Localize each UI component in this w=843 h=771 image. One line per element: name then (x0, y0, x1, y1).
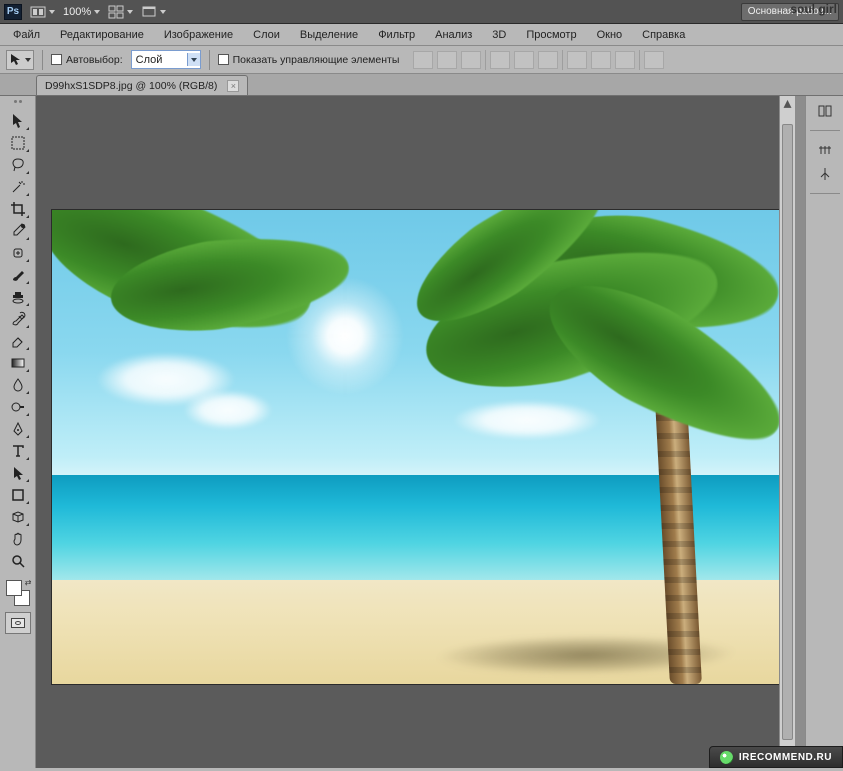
menu-filter[interactable]: Фильтр (369, 26, 424, 44)
document-tab-label: D99hxS1SDP8.jpg @ 100% (RGB/8) (45, 80, 217, 92)
menu-layer[interactable]: Слои (244, 26, 289, 44)
auto-select-option[interactable]: Автовыбор: (51, 54, 123, 66)
dodge-tool[interactable] (5, 396, 31, 418)
auto-select-checkbox[interactable] (51, 54, 62, 65)
auto-select-value: Слой (136, 54, 163, 66)
document-tab[interactable]: D99hxS1SDP8.jpg @ 100% (RGB/8) × (36, 75, 248, 95)
screen-mode-button[interactable] (141, 5, 166, 19)
zoom-tool[interactable] (5, 550, 31, 572)
history-brush-tool[interactable] (5, 308, 31, 330)
separator (42, 50, 43, 70)
document-tab-bar: D99hxS1SDP8.jpg @ 100% (RGB/8) × (0, 74, 843, 96)
arrange-documents-button[interactable] (108, 5, 133, 19)
separator (209, 50, 210, 70)
foreground-color-swatch[interactable] (6, 580, 22, 596)
tools-panel: ⇄ (0, 96, 36, 768)
healing-brush-tool[interactable] (5, 242, 31, 264)
align-bottom-button[interactable] (461, 51, 481, 69)
distribute-bottom-button[interactable] (615, 51, 635, 69)
align-buttons-group (413, 50, 664, 70)
blur-tool[interactable] (5, 374, 31, 396)
menu-analysis[interactable]: Анализ (426, 26, 481, 44)
shape-tool[interactable] (5, 484, 31, 506)
move-tool[interactable] (5, 110, 31, 132)
image-content (52, 210, 779, 684)
menu-window[interactable]: Окно (588, 26, 632, 44)
align-vcenter-button[interactable] (437, 51, 457, 69)
workspace: ⇄ ▴ (0, 96, 843, 768)
crop-tool[interactable] (5, 198, 31, 220)
auto-align-button[interactable] (644, 51, 664, 69)
clone-stamp-tool[interactable] (5, 286, 31, 308)
menu-view[interactable]: Просмотр (517, 26, 585, 44)
scroll-up-arrow[interactable]: ▴ (780, 96, 795, 110)
chevron-down-icon (94, 10, 100, 14)
separator (639, 50, 640, 70)
current-tool-preset[interactable] (6, 50, 34, 70)
document-canvas[interactable] (52, 210, 779, 684)
menu-file[interactable]: Файл (4, 26, 49, 44)
quick-mask-button[interactable] (5, 612, 31, 634)
color-swatches[interactable]: ⇄ (4, 578, 32, 608)
close-tab-button[interactable]: × (227, 80, 239, 92)
auto-select-label: Автовыбор: (66, 54, 123, 66)
magic-wand-tool[interactable] (5, 176, 31, 198)
chevron-down-icon (49, 10, 55, 14)
zoom-value: 100% (63, 6, 91, 18)
chevron-down-icon (25, 58, 31, 62)
type-tool[interactable] (5, 440, 31, 462)
application-bar: Ps 100% Основная рабоч... (0, 0, 843, 24)
chevron-down-icon (187, 53, 200, 66)
3d-tool[interactable] (5, 506, 31, 528)
chevron-down-icon (127, 10, 133, 14)
collapsed-panels-dock (805, 96, 843, 768)
distribute-top-button[interactable] (567, 51, 587, 69)
swap-colors-icon[interactable]: ⇄ (25, 578, 32, 587)
menu-help[interactable]: Справка (633, 26, 694, 44)
align-right-button[interactable] (538, 51, 558, 69)
align-top-button[interactable] (413, 51, 433, 69)
menu-3d[interactable]: 3D (483, 26, 515, 44)
canvas-area[interactable] (36, 96, 779, 768)
user-watermark: soul girl (790, 2, 837, 16)
separator (485, 50, 486, 70)
separator (562, 50, 563, 70)
launch-bridge-button[interactable] (30, 5, 55, 19)
paragraph-panel-icon[interactable] (812, 163, 838, 185)
site-watermark: IRECOMMEND.RU (709, 746, 843, 768)
lasso-tool[interactable] (5, 154, 31, 176)
menu-bar: Файл Редактирование Изображение Слои Выд… (0, 24, 843, 46)
menu-select[interactable]: Выделение (291, 26, 367, 44)
dock-divider[interactable] (795, 96, 805, 768)
brush-tool[interactable] (5, 264, 31, 286)
vertical-scrollbar[interactable]: ▴ ▾ (779, 96, 795, 768)
eraser-tool[interactable] (5, 330, 31, 352)
show-transform-controls-checkbox[interactable] (218, 54, 229, 65)
chevron-down-icon (160, 10, 166, 14)
menu-edit[interactable]: Редактирование (51, 26, 153, 44)
options-bar: Автовыбор: Слой Показать управляющие эле… (0, 46, 843, 74)
pen-tool[interactable] (5, 418, 31, 440)
history-panel-icon[interactable] (812, 100, 838, 122)
path-selection-tool[interactable] (5, 462, 31, 484)
panel-grip[interactable] (3, 100, 33, 108)
show-transform-controls-option[interactable]: Показать управляющие элементы (218, 54, 400, 66)
gradient-tool[interactable] (5, 352, 31, 374)
align-hcenter-button[interactable] (514, 51, 534, 69)
eyedropper-tool[interactable] (5, 220, 31, 242)
scroll-thumb[interactable] (782, 124, 793, 740)
site-watermark-label: IRECOMMEND.RU (739, 752, 832, 763)
auto-select-target-dropdown[interactable]: Слой (131, 50, 201, 69)
hand-tool[interactable] (5, 528, 31, 550)
character-panel-icon[interactable] (812, 139, 838, 161)
align-left-button[interactable] (490, 51, 510, 69)
irecommend-logo-icon (720, 751, 733, 764)
zoom-level-control[interactable]: 100% (63, 6, 100, 18)
distribute-vcenter-button[interactable] (591, 51, 611, 69)
app-logo: Ps (4, 4, 22, 20)
marquee-tool[interactable] (5, 132, 31, 154)
menu-image[interactable]: Изображение (155, 26, 242, 44)
move-tool-icon (9, 53, 23, 67)
show-transform-controls-label: Показать управляющие элементы (233, 54, 400, 66)
